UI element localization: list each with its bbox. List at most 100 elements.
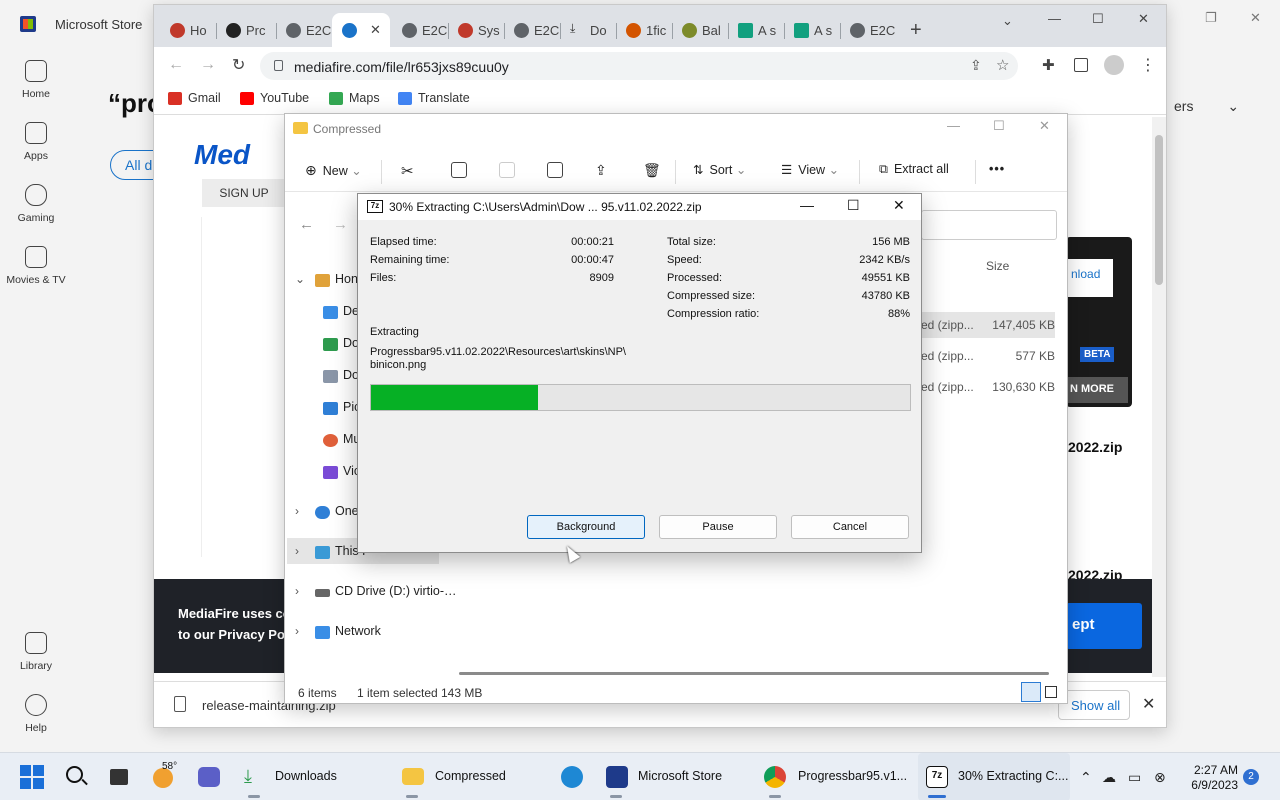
network-disconnected-icon[interactable]: ⊗: [1154, 769, 1166, 786]
browser-tab[interactable]: Bal: [672, 13, 728, 47]
rename-icon[interactable]: [547, 162, 563, 178]
store-nav-home[interactable]: Home: [0, 60, 72, 100]
browser-tab[interactable]: E2C: [276, 13, 332, 47]
signup-button[interactable]: SIGN UP: [202, 179, 286, 207]
taskbar-app-downloads[interactable]: ⤓ Downloads: [240, 753, 390, 800]
bookmark-gmail[interactable]: Gmail: [168, 91, 221, 105]
accept-cookies-button[interactable]: ept: [1066, 603, 1142, 649]
reload-icon[interactable]: ↻: [232, 55, 245, 75]
browser-tab[interactable]: E2C: [840, 13, 896, 47]
view-button[interactable]: ☰ View ⌄: [781, 162, 839, 177]
share-icon[interactable]: ⇪: [595, 162, 607, 179]
learn-more-button[interactable]: N MORE: [1066, 377, 1128, 403]
browser-tab[interactable]: A s: [728, 13, 784, 47]
more-options-button[interactable]: •••: [989, 162, 1005, 176]
horizontal-scrollbar[interactable]: [459, 672, 1049, 675]
store-nav-library[interactable]: Library: [0, 632, 72, 672]
copy-icon[interactable]: [451, 162, 467, 178]
column-header-size[interactable]: Size: [986, 259, 1009, 273]
scrollbar-thumb[interactable]: [1155, 135, 1163, 285]
side-panel-icon[interactable]: [1074, 58, 1088, 72]
browser-tab-active[interactable]: ✕: [332, 13, 390, 47]
nav-item-network[interactable]: › Network: [285, 624, 441, 644]
extract-all-button[interactable]: ⧉ Extract all: [879, 162, 949, 177]
bookmark-star-icon[interactable]: ☆: [996, 56, 1009, 74]
mediafire-logo[interactable]: Med: [194, 139, 250, 171]
maximize-icon[interactable]: ☐: [847, 197, 860, 214]
browser-tab[interactable]: Sys: [448, 13, 504, 47]
close-window-icon[interactable]: ✕: [1138, 11, 1149, 27]
browser-tab[interactable]: A s: [784, 13, 840, 47]
browser-tab[interactable]: E2C: [504, 13, 560, 47]
back-arrow-icon[interactable]: ←: [168, 56, 184, 74]
edge-browser-icon[interactable]: [561, 766, 583, 788]
close-window-icon[interactable]: ✕: [1039, 118, 1050, 134]
delete-trash-icon[interactable]: 🗑: [643, 162, 661, 179]
chevron-up-icon[interactable]: ⌃: [1080, 769, 1092, 786]
pause-button[interactable]: Pause: [659, 515, 777, 539]
close-window-icon[interactable]: ✕: [893, 197, 905, 214]
onedrive-cloud-icon[interactable]: ☁: [1102, 769, 1116, 786]
store-nav-movies[interactable]: Movies & TV: [0, 246, 72, 286]
maximize-icon[interactable]: ☐: [1092, 11, 1104, 27]
new-button[interactable]: ⊕ New ⌄: [305, 162, 362, 179]
details-view-icon[interactable]: [1021, 682, 1041, 702]
task-view-icon[interactable]: [110, 769, 128, 785]
show-all-button[interactable]: Show all: [1058, 690, 1130, 720]
taskbar-app-7zip[interactable]: 7z 30% Extracting C:...: [918, 753, 1070, 800]
display-icon[interactable]: ▭: [1128, 769, 1141, 786]
bookmark-maps[interactable]: Maps: [329, 91, 380, 105]
close-tab-icon[interactable]: ✕: [370, 22, 381, 38]
start-button[interactable]: [20, 765, 44, 789]
browser-tab[interactable]: ⤓ Do: [560, 13, 616, 47]
clock[interactable]: 2:27 AM 6/9/2023: [1188, 763, 1238, 793]
maximize-icon[interactable]: ☐: [993, 118, 1005, 134]
taskbar-app-chrome[interactable]: Progressbar95.v1...: [764, 753, 914, 800]
store-restore-icon[interactable]: ❐: [1205, 10, 1217, 26]
cancel-button[interactable]: Cancel: [791, 515, 909, 539]
pc-icon: [315, 546, 330, 559]
file-row[interactable]: ed (zipp... 577 KB: [919, 343, 1055, 369]
store-nav-apps[interactable]: Apps: [0, 122, 72, 162]
nav-item-cd-drive[interactable]: › CD Drive (D:) virtio-…: [285, 584, 457, 604]
page-scrollbar[interactable]: [1152, 117, 1166, 677]
paste-icon[interactable]: [499, 162, 515, 178]
minimize-icon[interactable]: —: [947, 118, 960, 133]
browser-tab[interactable]: 1fic: [616, 13, 672, 47]
share-icon[interactable]: ⇪: [970, 57, 982, 74]
profile-avatar-icon[interactable]: [1104, 55, 1124, 75]
browser-tab[interactable]: Ho: [160, 13, 216, 47]
download-button[interactable]: nload: [1067, 259, 1113, 297]
tiles-view-icon[interactable]: [1045, 686, 1057, 698]
cut-icon[interactable]: ✂: [401, 162, 414, 180]
bookmark-translate[interactable]: Translate: [398, 91, 470, 105]
tab-search-chevron-icon[interactable]: ⌄: [1002, 13, 1013, 29]
teams-chat-icon[interactable]: [198, 767, 220, 787]
minimize-icon[interactable]: —: [800, 197, 814, 213]
store-sort-fragment[interactable]: ers ⌄: [1174, 98, 1239, 115]
file-row[interactable]: ed (zipp... 147,405 KB: [919, 312, 1055, 338]
taskbar-app-compressed[interactable]: Compressed: [398, 753, 548, 800]
chrome-menu-icon[interactable]: ⋮: [1140, 55, 1156, 75]
address-bar[interactable]: mediafire.com/file/lr653jxs89cuu0y ⇪ ☆: [260, 52, 1018, 80]
browser-tab[interactable]: Prc: [216, 13, 272, 47]
search-icon[interactable]: [66, 766, 83, 783]
extensions-puzzle-icon[interactable]: ✚: [1042, 56, 1055, 74]
minimize-icon[interactable]: —: [1048, 11, 1061, 26]
close-download-shelf-icon[interactable]: ✕: [1142, 694, 1155, 714]
new-tab-button[interactable]: +: [910, 19, 922, 42]
url-text[interactable]: mediafire.com/file/lr653jxs89cuu0y: [294, 59, 509, 75]
browser-tab[interactable]: E2C: [392, 13, 448, 47]
sort-button[interactable]: ⇅ Sort ⌄: [693, 162, 746, 177]
store-nav-help[interactable]: Help: [0, 694, 72, 734]
store-nav-gaming[interactable]: Gaming: [0, 184, 72, 224]
store-close-icon[interactable]: ✕: [1250, 10, 1261, 26]
notification-badge[interactable]: 2: [1243, 769, 1259, 785]
background-button[interactable]: Background: [527, 515, 645, 539]
ribbon-divider: [975, 160, 976, 184]
taskbar-app-store[interactable]: Microsoft Store: [604, 753, 754, 800]
forward-arrow-icon[interactable]: →: [200, 56, 216, 74]
explorer-search-box[interactable]: [921, 210, 1057, 240]
file-row[interactable]: ed (zipp... 130,630 KB: [919, 374, 1055, 400]
bookmark-youtube[interactable]: YouTube: [240, 91, 309, 105]
